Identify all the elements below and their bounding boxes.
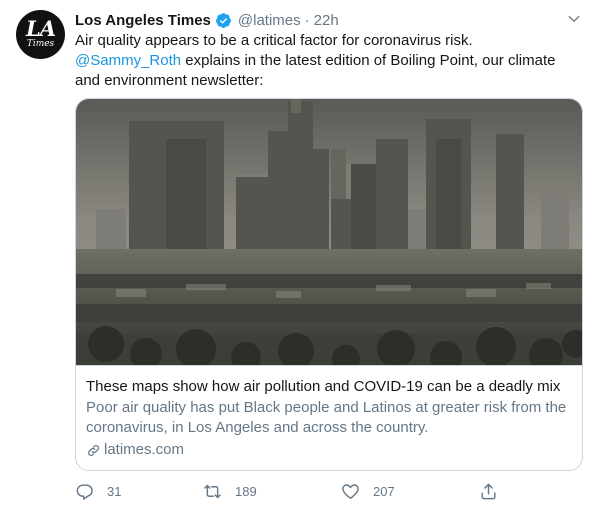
action-bar: 31 189 207 — [75, 479, 580, 503]
like-count: 207 — [373, 483, 395, 499]
card-body[interactable]: These maps show how air pollution and CO… — [76, 365, 582, 470]
tweet-text-start: Air quality appears to be a critical fac… — [75, 32, 473, 49]
separator-dot: · — [304, 11, 310, 29]
like-icon — [342, 483, 359, 499]
chevron-down-icon[interactable] — [567, 12, 581, 26]
share-icon — [481, 483, 496, 499]
reply-count: 31 — [107, 483, 122, 499]
account-name[interactable]: Los Angeles Times — [75, 12, 211, 29]
tweet-header: Los Angeles Times @latimes · 22h — [75, 10, 339, 30]
card-description: Poor air quality has put Black people an… — [86, 399, 567, 436]
retweet-icon — [204, 484, 221, 498]
card-image[interactable] — [76, 99, 582, 365]
verified-badge-icon — [215, 12, 231, 28]
avatar[interactable]: LA Times — [16, 10, 65, 59]
card-title[interactable]: These maps show how air pollution and CO… — [86, 377, 572, 397]
avatar-logo-text: LA — [25, 16, 56, 41]
reply-icon — [76, 483, 93, 500]
card-domain-text: latimes.com — [104, 441, 185, 458]
mention-link[interactable]: @Sammy_Roth — [75, 52, 181, 69]
link-icon — [88, 444, 99, 456]
tweet-timestamp[interactable]: 22h — [314, 12, 339, 29]
link-card[interactable]: These maps show how air pollution and CO… — [75, 98, 583, 471]
retweet-count: 189 — [235, 483, 257, 499]
avatar-logo-subtext: Times — [26, 39, 55, 49]
card-domain: latimes.com — [86, 440, 572, 460]
reply-button[interactable]: 31 — [75, 479, 121, 503]
tweet-text: Air quality appears to be a critical fac… — [75, 31, 580, 91]
retweet-button[interactable]: 189 — [203, 479, 257, 503]
account-handle[interactable]: @latimes — [238, 12, 301, 29]
like-button[interactable]: 207 — [341, 479, 395, 503]
share-button[interactable] — [479, 479, 511, 503]
